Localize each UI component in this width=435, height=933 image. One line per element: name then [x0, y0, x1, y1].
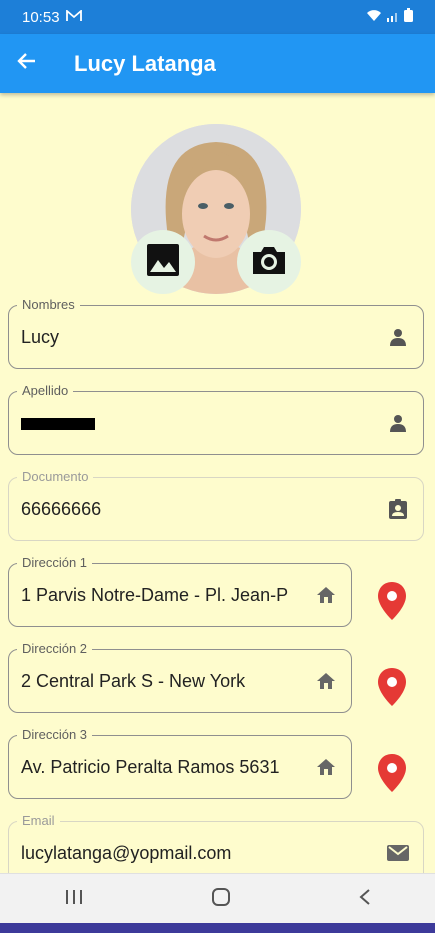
apellido-label: Apellido — [17, 382, 74, 400]
direccion3-field[interactable]: Dirección 3 Av. Patricio Peralta Ramos 5… — [8, 726, 352, 799]
location-pin-icon — [376, 668, 408, 711]
email-label: Email — [17, 812, 60, 830]
home-icon — [315, 584, 337, 606]
status-time: 10:53 — [22, 8, 60, 26]
home-button[interactable] — [211, 887, 231, 912]
home-icon — [315, 670, 337, 692]
nombres-input[interactable]: Lucy — [21, 327, 387, 348]
back-nav-button[interactable] — [358, 888, 372, 911]
location-pin-button-2[interactable] — [376, 667, 408, 707]
arrow-back-icon — [17, 51, 37, 76]
person-icon — [387, 412, 409, 434]
redacted-value — [21, 417, 95, 430]
direccion3-input[interactable]: Av. Patricio Peralta Ramos 5631 — [21, 757, 315, 778]
back-button[interactable] — [0, 34, 54, 93]
location-pin-button-3[interactable] — [376, 753, 408, 793]
image-icon — [146, 243, 180, 282]
apellido-field[interactable]: Apellido — [8, 382, 424, 455]
system-nav-bar — [0, 873, 435, 924]
recent-apps-button[interactable] — [64, 889, 84, 910]
home-icon — [315, 756, 337, 778]
id-badge-icon — [387, 498, 409, 520]
direccion2-label: Dirección 2 — [17, 640, 93, 658]
location-pin-icon — [376, 582, 408, 625]
direccion1-input[interactable]: 1 Parvis Notre-Dame - Pl. Jean-P — [21, 585, 315, 606]
location-pin-button-1[interactable] — [376, 581, 408, 621]
apellido-input[interactable] — [21, 413, 387, 434]
status-bar: 10:53 — [0, 0, 435, 34]
direccion1-label: Dirección 1 — [17, 554, 93, 572]
mail-notification-icon — [65, 8, 82, 26]
email-input: lucylatanga@yopmail.com — [21, 842, 232, 863]
camera-button[interactable] — [237, 230, 301, 294]
person-icon — [387, 326, 409, 348]
app-bar: Lucy Latanga — [0, 34, 435, 93]
direccion3-label: Dirección 3 — [17, 726, 93, 744]
mail-icon — [387, 842, 409, 864]
direccion1-field[interactable]: Dirección 1 1 Parvis Notre-Dame - Pl. Je… — [8, 554, 352, 627]
documento-label: Documento — [17, 468, 94, 486]
direccion2-field[interactable]: Dirección 2 2 Central Park S - New York — [8, 640, 352, 713]
page-title: Lucy Latanga — [74, 50, 216, 76]
gallery-button[interactable] — [131, 230, 195, 294]
signal-icon — [386, 9, 400, 26]
bottom-strip — [0, 923, 435, 933]
wifi-icon — [366, 9, 382, 26]
nombres-field[interactable]: Nombres Lucy — [8, 296, 424, 369]
battery-icon — [404, 8, 413, 26]
documento-field: Documento 66666666 — [8, 468, 424, 541]
nombres-label: Nombres — [17, 296, 80, 314]
documento-input: 66666666 — [21, 498, 102, 519]
location-pin-icon — [376, 754, 408, 797]
direccion2-input[interactable]: 2 Central Park S - New York — [21, 671, 315, 692]
camera-icon — [251, 244, 287, 281]
